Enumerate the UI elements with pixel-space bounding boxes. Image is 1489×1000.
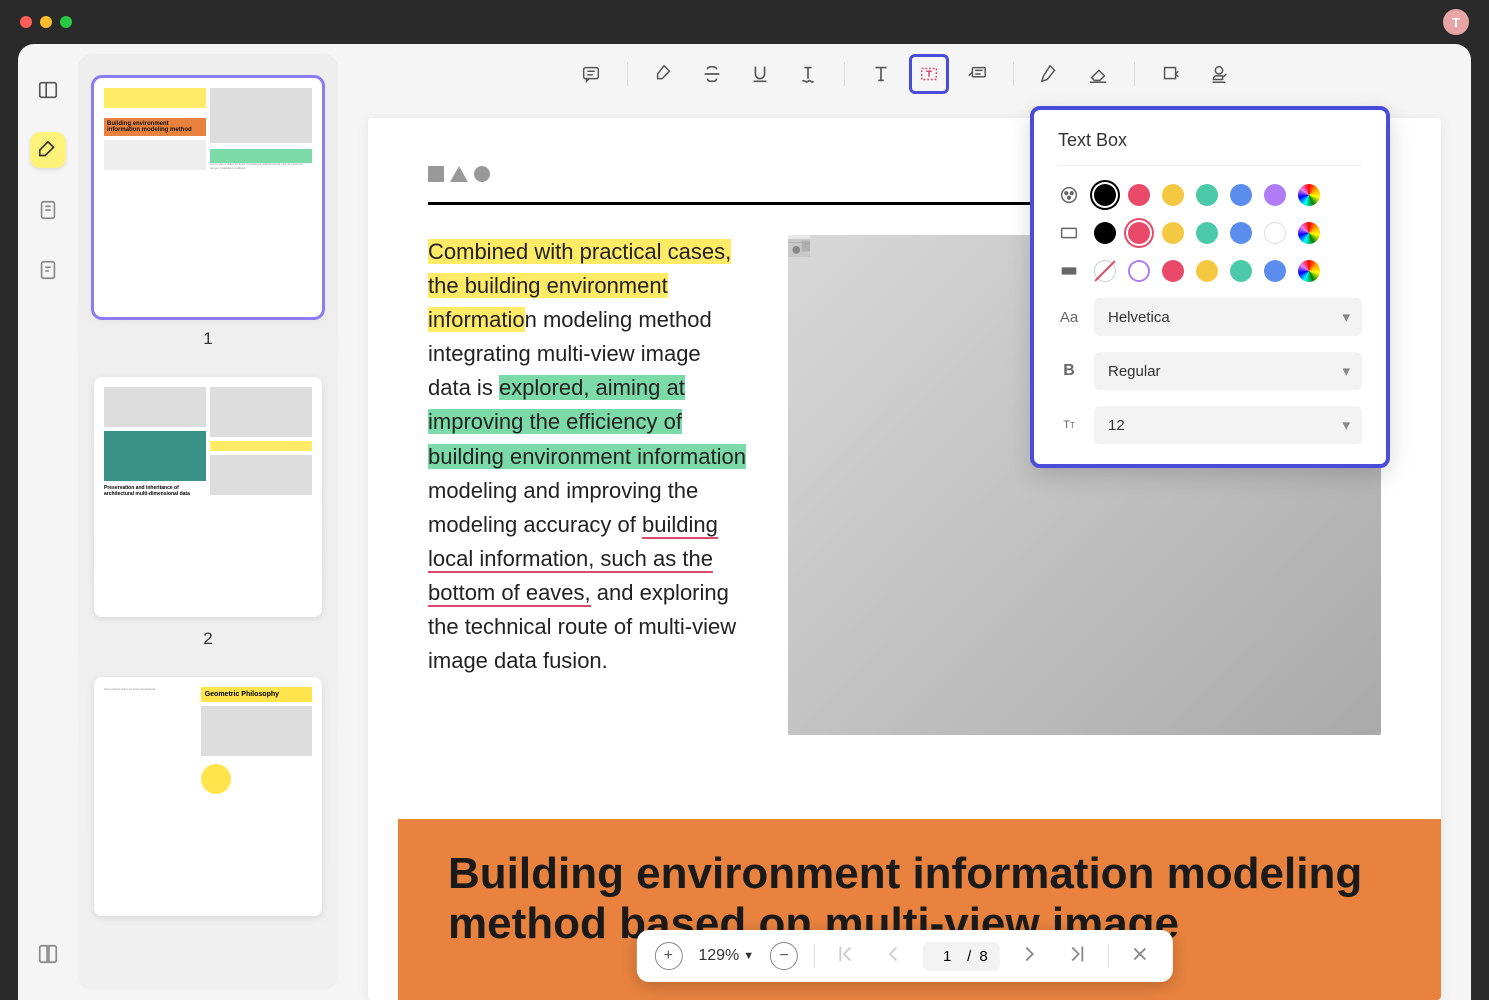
text-color-yellow[interactable] xyxy=(1162,184,1184,206)
body-text: Combined with practical cases, the build… xyxy=(428,235,748,735)
thumbnail-page-1[interactable]: Building environment information modelin… xyxy=(94,78,322,317)
notes-tool-icon[interactable] xyxy=(30,192,66,228)
callout-tool[interactable] xyxy=(957,54,997,94)
next-page-button[interactable] xyxy=(1016,939,1046,974)
text-color-blue[interactable] xyxy=(1230,184,1252,206)
sidebar-toggle-icon[interactable] xyxy=(30,72,66,108)
stamp-tool[interactable] xyxy=(1199,54,1239,94)
font-size-select[interactable]: 12 xyxy=(1094,406,1362,444)
border-color-green[interactable] xyxy=(1196,222,1218,244)
thumb2-caption: Preservation and inheritance of architec… xyxy=(104,485,206,497)
fill-color-purple-outline[interactable] xyxy=(1128,260,1150,282)
font-weight-icon: B xyxy=(1058,362,1080,380)
font-family-select[interactable]: Helvetica xyxy=(1094,298,1362,336)
page-input[interactable]: / 8 xyxy=(923,942,1000,971)
popup-title: Text Box xyxy=(1058,130,1362,166)
text-color-custom[interactable] xyxy=(1298,184,1320,206)
thumb-label-2: 2 xyxy=(94,629,322,649)
prev-page-button[interactable] xyxy=(877,939,907,974)
text-color-purple[interactable] xyxy=(1264,184,1286,206)
thumbnail-page-2[interactable]: Preservation and inheritance of architec… xyxy=(94,377,322,616)
text-color-icon xyxy=(1058,184,1080,206)
close-zoombar-button[interactable] xyxy=(1125,939,1155,974)
border-color-white[interactable] xyxy=(1264,222,1286,244)
fill-color-none[interactable] xyxy=(1094,260,1116,282)
border-color-red[interactable] xyxy=(1128,222,1150,244)
thumbnail-panel: Building environment information modelin… xyxy=(78,54,338,990)
text-color-red[interactable] xyxy=(1128,184,1150,206)
border-color-black[interactable] xyxy=(1094,222,1116,244)
border-color-icon xyxy=(1058,222,1080,244)
border-color-yellow[interactable] xyxy=(1162,222,1184,244)
window-close[interactable] xyxy=(20,16,32,28)
eraser-tool[interactable] xyxy=(1078,54,1118,94)
left-rail xyxy=(18,44,78,1000)
fill-color-yellow[interactable] xyxy=(1196,260,1218,282)
thumb-label-1: 1 xyxy=(94,329,322,349)
fill-color-blue[interactable] xyxy=(1264,260,1286,282)
window-minimize[interactable] xyxy=(40,16,52,28)
border-color-custom[interactable] xyxy=(1298,222,1320,244)
highlight-tool-icon[interactable] xyxy=(30,132,66,168)
fill-color-icon xyxy=(1058,260,1080,282)
squiggly-tool[interactable] xyxy=(788,54,828,94)
window-maximize[interactable] xyxy=(60,16,72,28)
highlighter-tool[interactable] xyxy=(644,54,684,94)
total-pages: 8 xyxy=(979,948,987,965)
annotation-toolbar xyxy=(338,44,1471,104)
last-page-button[interactable] xyxy=(1062,939,1092,974)
zoom-in-button[interactable]: + xyxy=(654,942,682,970)
font-weight-select[interactable]: Regular xyxy=(1094,352,1362,390)
font-size-icon: TT xyxy=(1058,419,1080,431)
text-color-green[interactable] xyxy=(1196,184,1218,206)
textbox-tool[interactable] xyxy=(909,54,949,94)
strikethrough-tool[interactable] xyxy=(692,54,732,94)
thumb1-banner: Building environment information modelin… xyxy=(104,118,206,136)
zoom-navigation-bar: + 129%▼ − / 8 xyxy=(636,930,1172,982)
thumb3-title: Geometric Philosophy xyxy=(201,687,312,702)
zoom-level-dropdown[interactable]: 129%▼ xyxy=(698,947,754,965)
fill-color-custom[interactable] xyxy=(1298,260,1320,282)
page-decoration-shapes xyxy=(428,166,490,182)
fill-color-red[interactable] xyxy=(1162,260,1184,282)
user-avatar[interactable]: T xyxy=(1443,9,1469,35)
pen-tool[interactable] xyxy=(1030,54,1070,94)
comment-tool[interactable] xyxy=(571,54,611,94)
text-tool[interactable] xyxy=(861,54,901,94)
border-color-blue[interactable] xyxy=(1230,222,1252,244)
zoom-out-button[interactable]: − xyxy=(770,942,798,970)
text-color-black[interactable] xyxy=(1094,184,1116,206)
thumbnail-page-3[interactable]: lorem ipsum dolor sit amet consectetur G… xyxy=(94,677,322,916)
first-page-button[interactable] xyxy=(831,939,861,974)
book-view-icon[interactable] xyxy=(30,936,66,972)
current-page-field[interactable] xyxy=(935,948,959,965)
fill-color-green[interactable] xyxy=(1230,260,1252,282)
textbox-popup: Text Box xyxy=(1030,106,1390,468)
outline-tool-icon[interactable] xyxy=(30,252,66,288)
shape-tool[interactable] xyxy=(1151,54,1191,94)
underline-tool[interactable] xyxy=(740,54,780,94)
font-family-icon: Aa xyxy=(1058,309,1080,326)
